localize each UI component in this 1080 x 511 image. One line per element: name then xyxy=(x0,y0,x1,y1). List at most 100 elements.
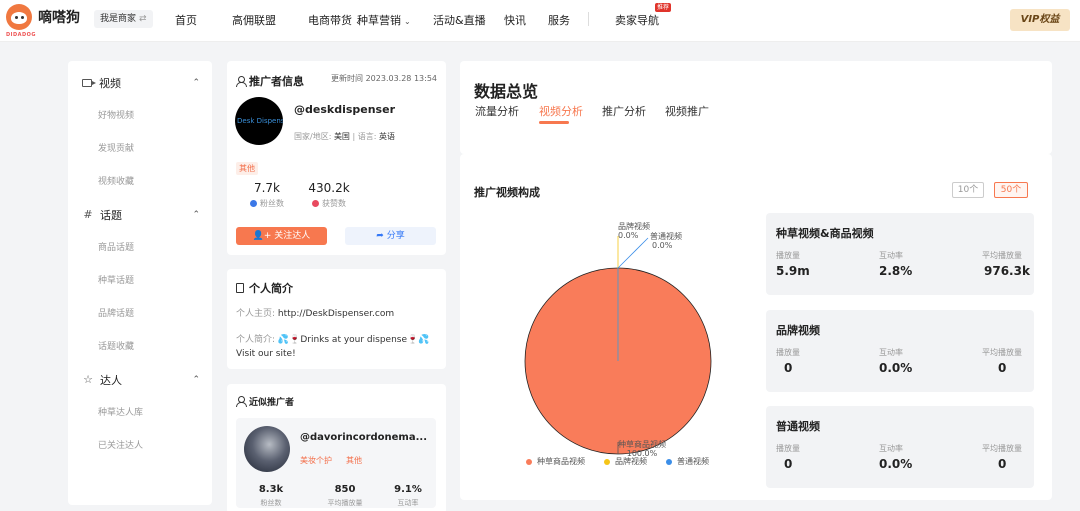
legend-label: 种草商品视频 xyxy=(537,457,585,466)
nav-ecommerce-label: 电商带货 xyxy=(308,14,352,27)
sidebar-item-followed[interactable]: 已关注达人 xyxy=(98,438,143,451)
similar-promoters-card: 近似推广者 @davorincordonema... 美妆个护 其他 8.3k … xyxy=(227,384,446,511)
legend-dot xyxy=(604,458,610,465)
similar-promoter-item[interactable]: @davorincordonema... 美妆个护 其他 8.3k 粉丝数 85… xyxy=(236,418,436,508)
metric-rate-label: 互动率 xyxy=(879,444,903,453)
sidebar-item-video-favorites[interactable]: 视频收藏 xyxy=(98,174,134,187)
avatar-text: Desk Dispenser xyxy=(237,117,283,125)
hashtag-icon: # xyxy=(83,208,93,221)
promoter-handle: @deskdispenser xyxy=(294,103,395,116)
nav-marketing[interactable]: 种草营销 ⌄ xyxy=(357,12,411,28)
nav-news[interactable]: 快讯 xyxy=(504,12,526,28)
share-button[interactable]: ➦ 分享 xyxy=(345,227,436,245)
similar-fans-stat: 8.3k 粉丝数 xyxy=(246,484,296,508)
homepage-link[interactable]: http://DeskDispenser.com xyxy=(278,309,394,319)
nav-marketing-label: 种草营销 xyxy=(357,14,401,27)
homepage-label: 个人主页: xyxy=(236,309,276,319)
pie-label-normal-pct: 0.0% xyxy=(652,241,673,250)
legend-item-normal[interactable]: 普通视频 xyxy=(666,456,709,467)
sidebar-item-discover[interactable]: 发现贡献 xyxy=(98,141,134,154)
nav-ecommerce[interactable]: 电商带货 ⌄ xyxy=(308,12,362,28)
sidebar-item-brand-topics[interactable]: 品牌话题 xyxy=(98,306,134,319)
nav-home[interactable]: 首页 xyxy=(175,12,197,28)
metric-avg: 平均播放量 0 xyxy=(982,347,1022,375)
sidebar-item-influencer-library[interactable]: 种草达人库 xyxy=(98,405,143,418)
intro-title: 个人简介 xyxy=(236,280,293,296)
similar-plays-value: 850 xyxy=(334,484,356,495)
nav-seller-guide[interactable]: 卖家导航 xyxy=(615,12,659,28)
tab-video-analysis[interactable]: 视频分析 xyxy=(539,103,583,119)
star-icon: ☆ xyxy=(83,373,93,386)
region-language: 国家/地区: 美国 | 语言: 英语 xyxy=(294,131,395,142)
metric-rate-value: 0.0% xyxy=(879,361,913,375)
count-10-button[interactable]: 10个 xyxy=(952,182,984,198)
fans-label: 粉丝数 xyxy=(260,199,284,208)
region-label: 国家/地区: xyxy=(294,132,332,141)
nav-events[interactable]: 活动&直播 xyxy=(433,12,486,28)
avatar[interactable]: Desk Dispenser xyxy=(235,97,283,145)
metric-avg-value: 0 xyxy=(998,457,1007,471)
similar-fans-label: 粉丝数 xyxy=(260,499,282,507)
sidebar-group-topic[interactable]: # 话题 ⌃ xyxy=(82,207,200,223)
metric-rate-value: 0.0% xyxy=(879,457,913,471)
logo-subtext: DIDADOG xyxy=(6,32,37,38)
dog-logo-icon xyxy=(6,4,32,30)
tab-video-promotion[interactable]: 视频推广 xyxy=(665,103,709,119)
sidebar-item-good-videos[interactable]: 好物视频 xyxy=(98,108,134,121)
sidebar-item-topic-favorites[interactable]: 话题收藏 xyxy=(98,339,134,352)
sidebar-group-influencer[interactable]: ☆ 达人 ⌃ xyxy=(82,372,200,388)
sidebar-group-video[interactable]: 视频 ⌃ xyxy=(82,75,200,91)
similar-title: 近似推广者 xyxy=(236,395,294,408)
fans-stat: 7.7k 粉丝数 xyxy=(247,181,287,209)
metric-avg-label: 平均播放量 xyxy=(982,444,1022,453)
document-icon xyxy=(236,283,244,293)
pie-leader-line-1 xyxy=(617,237,649,269)
similar-title-text: 近似推广者 xyxy=(249,398,295,408)
tag-other: 其他 xyxy=(346,456,362,465)
metric-card-seeding: 种草视频&商品视频 播放量 5.9m 互动率 2.8% 平均播放量 976.3k xyxy=(766,213,1034,295)
metric-plays: 播放量 5.9m xyxy=(776,250,810,278)
language-label: | 语言: xyxy=(352,132,377,141)
follow-button[interactable]: 👤+ 关注达人 xyxy=(236,227,327,245)
metric-plays-value: 0 xyxy=(784,457,793,471)
likes-label: 获赞数 xyxy=(322,199,346,208)
merchant-switch[interactable]: 我是商家 ⇄ xyxy=(94,10,153,28)
metric-card-normal: 普通视频 播放量 0 互动率 0.0% 平均播放量 0 xyxy=(766,406,1034,488)
bio-row: 个人简介: 💦🍷Drinks at your dispense🍷💦 Visit … xyxy=(236,333,438,361)
avatar[interactable] xyxy=(244,426,290,472)
promoter-title-text: 推广者信息 xyxy=(249,75,304,88)
metric-plays: 播放量 0 xyxy=(776,347,800,375)
metric-avg-value: 976.3k xyxy=(984,264,1030,278)
nav-service[interactable]: 服务 xyxy=(548,12,570,28)
sidebar-group-label: 话题 xyxy=(100,209,122,222)
similar-plays-stat: 850 平均播放量 xyxy=(320,484,370,508)
fans-value: 7.7k xyxy=(253,181,281,195)
chevron-up-icon: ⌃ xyxy=(192,210,200,220)
update-label: 更新时间 xyxy=(331,74,364,83)
sidebar-group-label: 达人 xyxy=(100,374,122,387)
vip-button[interactable]: VIP权益 xyxy=(1010,9,1070,31)
add-user-icon: 👤+ xyxy=(252,231,275,241)
metric-avg: 平均播放量 976.3k xyxy=(982,250,1030,278)
metric-card-brand: 品牌视频 播放量 0 互动率 0.0% 平均播放量 0 xyxy=(766,310,1034,392)
sidebar-item-seeding-topics[interactable]: 种草话题 xyxy=(98,273,134,286)
legend-label: 品牌视频 xyxy=(615,457,647,466)
nav-divider xyxy=(588,12,589,26)
sidebar-item-product-topics[interactable]: 商品话题 xyxy=(98,240,134,253)
nav-affiliate[interactable]: 高佣联盟 xyxy=(232,12,276,28)
user-icon xyxy=(236,76,247,87)
legend-item-seeding[interactable]: 种草商品视频 xyxy=(526,456,585,467)
metric-plays-label: 播放量 xyxy=(776,444,800,453)
count-50-button[interactable]: 50个 xyxy=(994,182,1028,198)
similar-rate-value: 9.1% xyxy=(394,484,422,495)
update-value: 2023.03.28 13:54 xyxy=(365,74,437,83)
heart-icon xyxy=(312,200,319,207)
tab-promotion-analysis[interactable]: 推广分析 xyxy=(602,103,646,119)
legend-item-brand[interactable]: 品牌视频 xyxy=(604,456,647,467)
logo[interactable]: 嘀嗒狗 DIDADOG xyxy=(6,4,80,38)
intro-card: 个人简介 个人主页: http://DeskDispenser.com 个人简介… xyxy=(227,269,446,369)
metric-avg-value: 0 xyxy=(998,361,1007,375)
pie-label-brand: 品牌视频 0.0% xyxy=(618,222,650,240)
tab-traffic[interactable]: 流量分析 xyxy=(475,103,519,119)
language-value: 英语 xyxy=(378,132,395,141)
